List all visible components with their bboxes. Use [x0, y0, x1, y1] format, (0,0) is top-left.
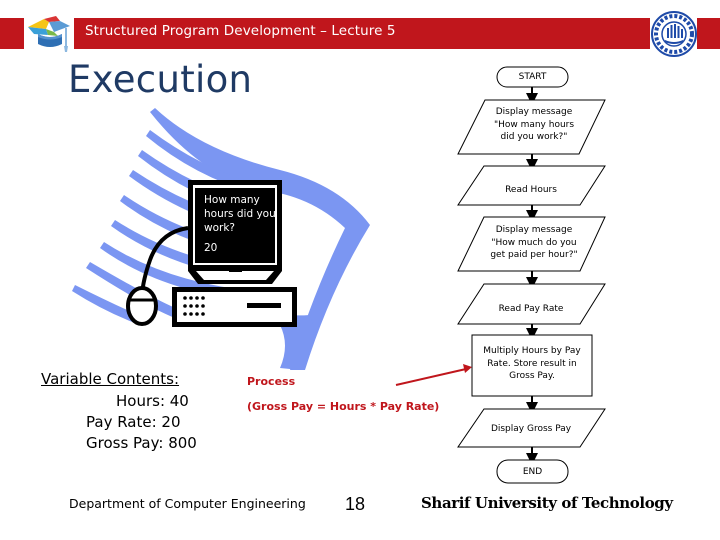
screen-input-value: 20: [204, 242, 218, 254]
variable-pay-rate: Pay Rate: 20: [86, 413, 181, 431]
university-seal-icon: [651, 11, 697, 57]
flowchart-node-label: Display message "How much do you get pai…: [490, 225, 578, 260]
screen-prompt-text: How many hours did you work?: [204, 194, 276, 234]
header-bar-right: [378, 18, 650, 49]
flowchart-node-label: Display Gross Pay: [490, 424, 572, 434]
flowchart-node-label: Display message "How many hours did you …: [493, 107, 575, 142]
flowchart-start-label: START: [518, 72, 547, 82]
lecture-title: Structured Program Development – Lecture…: [85, 23, 396, 39]
page-number: 18: [345, 494, 366, 514]
flowchart-end-label: END: [522, 467, 543, 477]
footer-department: Department of Computer Engineering: [69, 496, 306, 511]
header-bar-left: [0, 18, 24, 49]
flowchart-node-label: Read Pay Rate: [498, 304, 564, 314]
mouse: [126, 286, 158, 326]
variable-contents-heading: Variable Contents:: [41, 370, 180, 388]
graduation-cap-puzzle-icon: [28, 16, 70, 52]
process-label: Process: [247, 375, 296, 388]
annotation-arrow-icon: [395, 364, 472, 386]
header-bar-far-right: [697, 18, 720, 49]
variable-hours: Hours: 40: [116, 392, 189, 410]
footer-university: Sharif University of Technology: [421, 494, 673, 512]
flowchart-node-label: Read Hours: [505, 185, 557, 195]
flowchart-node-label: Multiply Hours by Pay Rate. Store result…: [483, 346, 581, 381]
variable-gross-pay: Gross Pay: 800: [86, 434, 197, 452]
system-unit: [172, 287, 297, 327]
process-formula: (Gross Pay = Hours * Pay Rate): [247, 400, 440, 413]
